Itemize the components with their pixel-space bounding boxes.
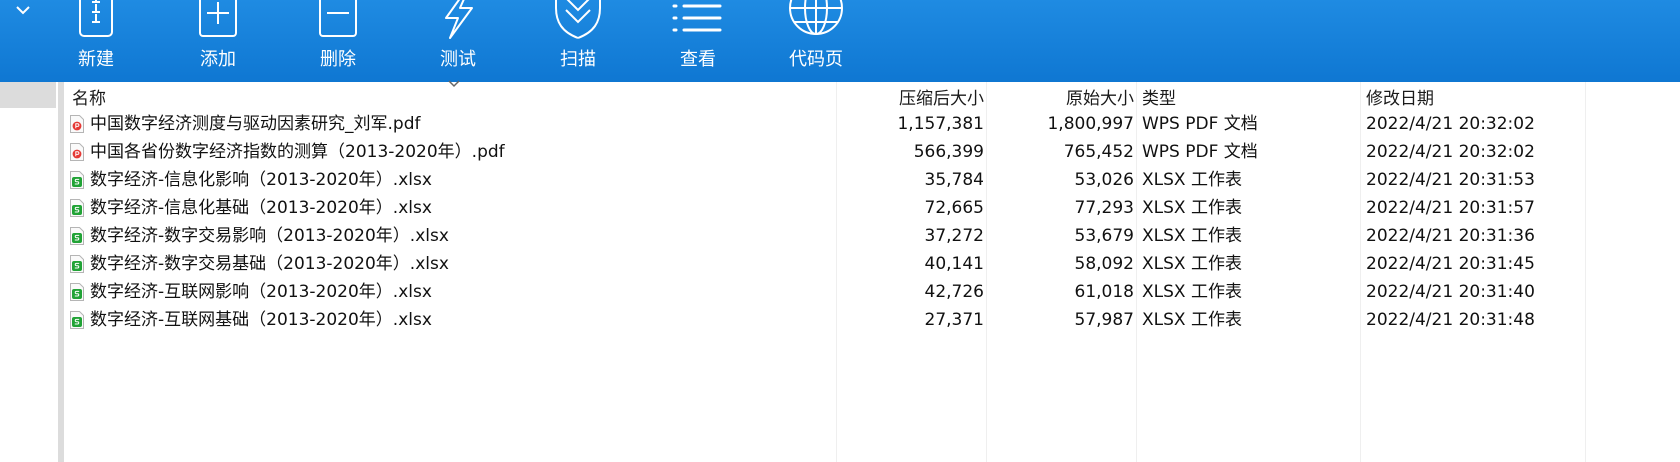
sort-descending-icon	[448, 80, 460, 88]
file-compressed-size: 27,371	[924, 310, 984, 330]
test-icon	[445, 0, 473, 39]
codepage-label: 代码页	[789, 49, 843, 70]
file-row[interactable]: 中国各省份数字经济指数的测算（2013-2020年）.pdf 566,399 765…	[64, 138, 1680, 166]
file-compressed-size: 72,665	[924, 198, 984, 218]
file-name: 数字经济-互联网影响（2013-2020年）.xlsx	[90, 282, 432, 302]
file-modified-date: 2022/4/21 20:31:36	[1366, 226, 1535, 246]
file-name: 中国各省份数字经济指数的测算（2013-2020年）.pdf	[90, 142, 505, 162]
xlsx-file-icon	[70, 283, 84, 301]
add-label: 添加	[200, 49, 236, 70]
view-label: 查看	[680, 49, 716, 70]
list-header: 名称 压缩后大小 原始大小 类型 修改日期	[64, 80, 1680, 110]
new-archive-icon	[79, 0, 113, 37]
column-header-compressed-size[interactable]: 压缩后大小	[836, 82, 984, 110]
file-type: XLSX 工作表	[1142, 198, 1242, 218]
chevron-down-icon[interactable]	[12, 2, 34, 20]
file-row[interactable]: 数字经济-信息化基础（2013-2020年）.xlsx 72,665 77,293 X…	[64, 194, 1680, 222]
file-modified-date: 2022/4/21 20:31:40	[1366, 282, 1535, 302]
file-list[interactable]: 名称 压缩后大小 原始大小 类型 修改日期 中国数字经济测度与驱动因素研究_刘军…	[64, 80, 1680, 462]
codepage-button[interactable]: 代码页	[766, 0, 866, 82]
new-label: 新建	[78, 49, 114, 70]
view-button[interactable]: 查看	[648, 0, 748, 82]
file-original-size: 57,987	[1074, 310, 1134, 330]
add-button[interactable]: 添加	[168, 0, 268, 82]
file-compressed-size: 42,726	[924, 282, 984, 302]
file-row[interactable]: 数字经济-数字交易基础（2013-2020年）.xlsx 40,141 58,092…	[64, 250, 1680, 278]
folder-tree-pane[interactable]	[0, 82, 58, 462]
file-row[interactable]: 中国数字经济测度与驱动因素研究_刘军.pdf 1,157,381 1,800,997…	[64, 110, 1680, 138]
delete-label: 删除	[320, 49, 356, 70]
test-button[interactable]: 测试	[408, 0, 508, 82]
file-type: XLSX 工作表	[1142, 254, 1242, 274]
column-header-original-size[interactable]: 原始大小	[986, 82, 1134, 110]
file-name: 数字经济-信息化基础（2013-2020年）.xlsx	[90, 198, 432, 218]
xlsx-file-icon	[70, 227, 84, 245]
file-original-size: 77,293	[1074, 198, 1134, 218]
file-row[interactable]: 数字经济-互联网基础（2013-2020年）.xlsx 27,371 57,987 X…	[64, 306, 1680, 334]
file-type: XLSX 工作表	[1142, 282, 1242, 302]
xlsx-file-icon	[70, 171, 84, 189]
xlsx-file-icon	[70, 311, 84, 329]
pdf-file-icon	[70, 115, 84, 133]
scan-button[interactable]: 扫描	[528, 0, 628, 82]
codepage-globe-icon	[789, 0, 843, 35]
file-type: XLSX 工作表	[1142, 226, 1242, 246]
column-header-type[interactable]: 类型	[1142, 82, 1352, 110]
scan-label: 扫描	[560, 49, 596, 70]
file-name: 数字经济-信息化影响（2013-2020年）.xlsx	[90, 170, 432, 190]
file-row[interactable]: 数字经济-互联网影响（2013-2020年）.xlsx 42,726 61,018 X…	[64, 278, 1680, 306]
file-original-size: 765,452	[1063, 142, 1134, 162]
file-compressed-size: 1,157,381	[897, 114, 984, 134]
file-type: XLSX 工作表	[1142, 310, 1242, 330]
folder-tree-selected-item[interactable]	[0, 82, 56, 108]
test-label: 测试	[440, 49, 476, 70]
scan-shield-icon	[555, 0, 601, 39]
file-type: XLSX 工作表	[1142, 170, 1242, 190]
file-compressed-size: 37,272	[924, 226, 984, 246]
file-modified-date: 2022/4/21 20:31:53	[1366, 170, 1535, 190]
file-modified-date: 2022/4/21 20:31:45	[1366, 254, 1535, 274]
delete-icon	[319, 0, 357, 37]
file-name: 数字经济-数字交易影响（2013-2020年）.xlsx	[90, 226, 449, 246]
new-button[interactable]: 新建	[46, 0, 146, 82]
file-compressed-size: 40,141	[924, 254, 984, 274]
file-original-size: 58,092	[1074, 254, 1134, 274]
file-type: WPS PDF 文档	[1142, 114, 1258, 134]
column-header-modified[interactable]: 修改日期	[1366, 82, 1576, 110]
file-name: 数字经济-数字交易基础（2013-2020年）.xlsx	[90, 254, 449, 274]
file-compressed-size: 566,399	[913, 142, 984, 162]
file-modified-date: 2022/4/21 20:31:57	[1366, 198, 1535, 218]
file-original-size: 1,800,997	[1047, 114, 1134, 134]
file-original-size: 53,679	[1074, 226, 1134, 246]
file-modified-date: 2022/4/21 20:32:02	[1366, 114, 1535, 134]
file-compressed-size: 35,784	[924, 170, 984, 190]
pdf-file-icon	[70, 143, 84, 161]
file-row[interactable]: 数字经济-数字交易影响（2013-2020年）.xlsx 37,272 53,679…	[64, 222, 1680, 250]
file-name: 数字经济-互联网基础（2013-2020年）.xlsx	[90, 310, 432, 330]
delete-button[interactable]: 删除	[288, 0, 388, 82]
toolbar: 新建 添加 删除 测试 扫描 查看 代码页	[0, 0, 1680, 82]
add-icon	[199, 0, 237, 37]
view-list-icon	[672, 4, 722, 32]
xlsx-file-icon	[70, 199, 84, 217]
file-type: WPS PDF 文档	[1142, 142, 1258, 162]
file-modified-date: 2022/4/21 20:31:48	[1366, 310, 1535, 330]
file-modified-date: 2022/4/21 20:32:02	[1366, 142, 1535, 162]
file-original-size: 61,018	[1074, 282, 1134, 302]
file-name: 中国数字经济测度与驱动因素研究_刘军.pdf	[90, 114, 421, 134]
file-original-size: 53,026	[1074, 170, 1134, 190]
xlsx-file-icon	[70, 255, 84, 273]
file-row[interactable]: 数字经济-信息化影响（2013-2020年）.xlsx 35,784 53,026 X…	[64, 166, 1680, 194]
